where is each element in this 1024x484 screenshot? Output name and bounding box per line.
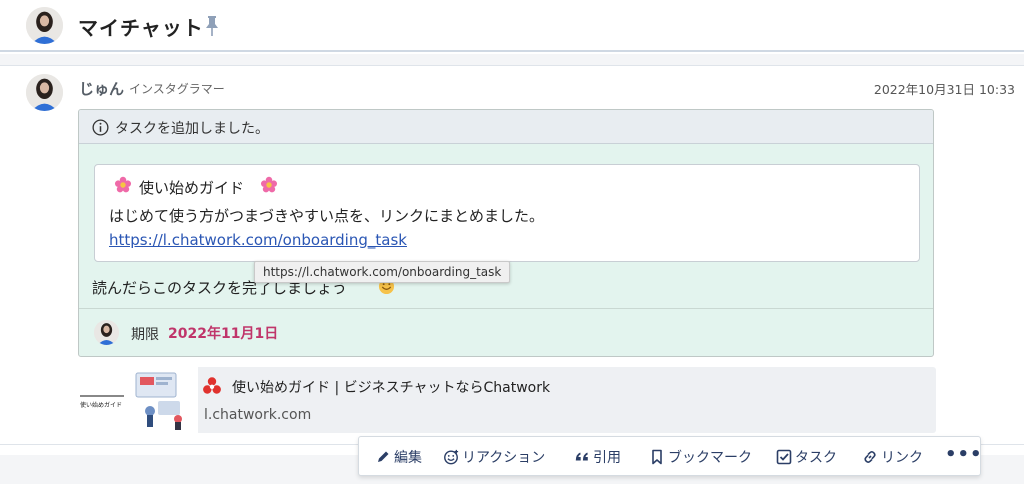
preview-title[interactable]: 使い始めガイド | ビジネスチャットならChatwork [232,377,550,397]
preview-domain: l.chatwork.com [204,407,312,423]
guide-description: はじめて使う方がつまづきやすい点を、リンクにまとめました。 [109,207,545,225]
assignee-avatar[interactable] [94,320,119,345]
onboarding-link[interactable]: https://l.chatwork.com/onboarding_task [109,231,407,249]
message-timestamp[interactable]: 2022年10月31日 10:33 [874,79,1015,98]
user-avatar-icon [26,7,63,44]
info-icon [92,119,109,136]
quote-label: 引用 [593,450,621,466]
deadline-label: 期限 [131,327,159,343]
user-avatar-icon [26,74,63,111]
thumb-caption: 使い始めガイド [80,401,122,409]
task-card: タスクを追加しました。 使い始めガイド はじめて使う方がつまづきやすい点を、リン… [78,109,934,357]
bookmark-button[interactable]: ブックマーク [649,446,752,468]
flower-icon [260,176,278,193]
chat-header: マイチャット [0,0,1024,52]
reaction-smile-icon [444,449,459,465]
sender-role: インスタグラマー [129,82,225,96]
bookmark-label: ブックマーク [668,450,752,466]
deadline-date: 2022年11月1日 [168,326,279,342]
task-quote-box: 使い始めガイド はじめて使う方がつまづきやすい点を、リンクにまとめました。 ht… [94,164,920,262]
separator-strip [0,54,1024,65]
quote-icon [575,452,588,461]
reaction-button[interactable]: リアクション [443,446,545,468]
task-label: タスク [795,450,837,466]
task-footer: 期限 2022年11月1日 [79,308,933,356]
task-checkbox-icon [776,449,792,465]
chatwork-logo-icon [203,377,221,394]
message-action-bar: 編集 リアクション 引用 ブックマーク タスク リンク ••• [358,436,983,476]
pin-icon[interactable] [204,15,220,37]
edit-label: 編集 [394,450,422,466]
flower-icon [114,176,132,193]
guide-title: 使い始めガイド [139,179,245,197]
link-tooltip: https://l.chatwork.com/onboarding_task [254,261,511,283]
task-header-text: タスクを追加しました。 [115,121,269,137]
task-button[interactable]: タスク [776,446,837,468]
quote-button[interactable]: 引用 [574,446,621,468]
more-menu-button[interactable]: ••• [945,443,983,465]
reaction-label: リアクション [462,450,546,466]
user-avatar-icon [94,320,119,345]
preview-thumbnail[interactable]: 使い始めガイド [74,367,198,433]
edit-button[interactable]: 編集 [375,446,422,468]
task-card-header: タスクを追加しました。 [79,110,933,144]
link-preview[interactable]: 使い始めガイド 使い始めガイド | ビジネスチャットならChatwork l.c… [74,367,936,433]
divider [0,65,1024,66]
sender-avatar[interactable] [26,74,63,111]
pencil-icon [378,451,389,462]
bookmark-icon [652,449,662,465]
link-button[interactable]: リンク [862,446,923,468]
sender-name[interactable]: じゅん [79,78,124,99]
room-title: マイチャット [78,16,204,40]
link-label: リンク [881,450,923,466]
link-icon [864,451,876,463]
room-avatar[interactable] [26,7,63,44]
